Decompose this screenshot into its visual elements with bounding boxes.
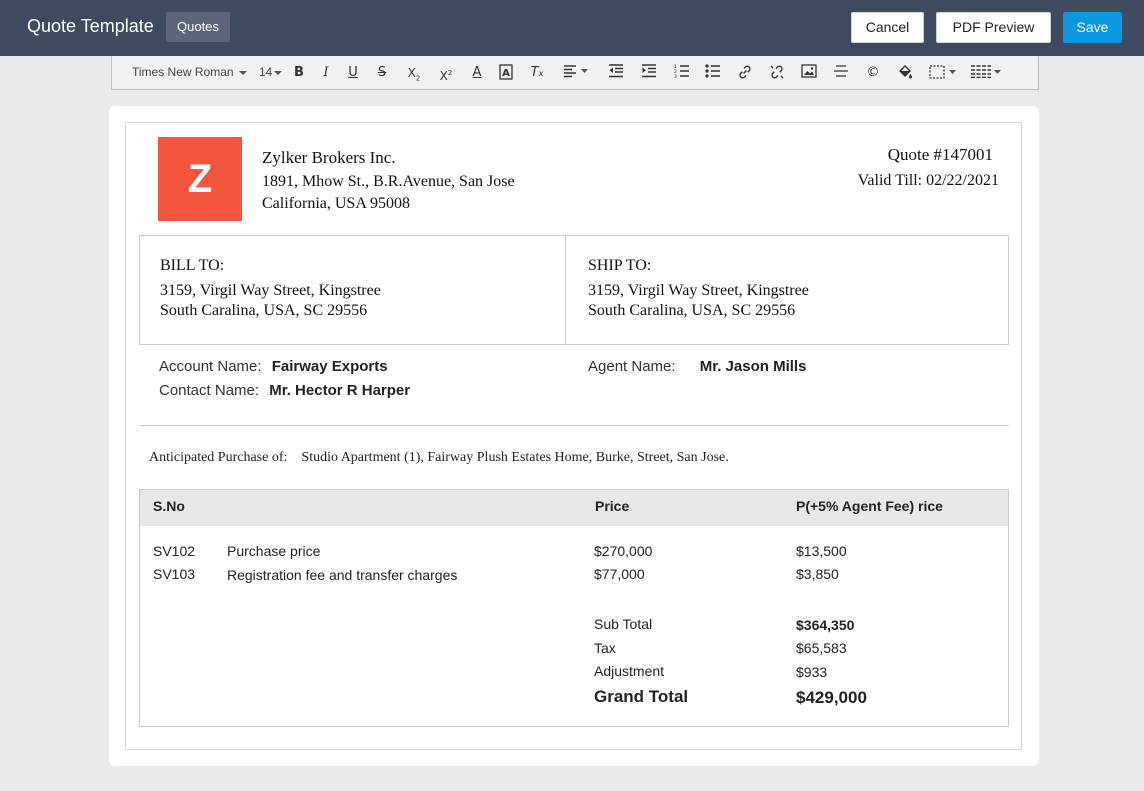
tax-label: Tax — [594, 640, 616, 656]
table-row-price: $270,000 — [594, 543, 653, 559]
module-tag-quotes[interactable]: Quotes — [166, 12, 230, 42]
pdf-preview-button[interactable]: PDF Preview — [936, 12, 1051, 43]
background-color-icon[interactable]: A — [497, 64, 515, 82]
agent-block: Agent Name: Mr. Jason Mills — [588, 355, 806, 379]
company-block: Zylker Brokers Inc. 1891, Mhow St., B.R.… — [262, 147, 515, 215]
link-icon[interactable] — [736, 64, 754, 82]
subtotal-label: Sub Total — [594, 616, 653, 632]
table-row-sno: SV103 — [153, 566, 196, 582]
superscript-icon[interactable]: X2 — [437, 64, 455, 83]
ship-to-line1: 3159, Virgil Way Street, Kingstree — [588, 282, 809, 299]
fill-color-icon[interactable] — [896, 64, 914, 82]
table-icon[interactable] — [969, 64, 1003, 82]
quote-info: Quote #147001 Valid Till: 02/22/2021 — [858, 142, 999, 194]
font-family-value: Times New Roman — [132, 65, 234, 79]
company-address-line2: California, USA 95008 — [262, 195, 410, 212]
valid-till: Valid Till: 02/22/2021 — [857, 172, 999, 189]
table-row-sno: SV102 — [153, 543, 196, 559]
chevron-down-icon — [238, 70, 247, 75]
anticipated-purchase: Anticipated Purchase of: Studio Apartment… — [149, 450, 729, 466]
header-bar: Quote Template Quotes Cancel PDF Preview… — [0, 0, 1144, 56]
font-size-value: 14 — [259, 65, 273, 79]
subtotal-value: $364,350 — [796, 617, 855, 633]
chevron-down-icon — [274, 70, 283, 75]
clear-format-icon[interactable]: Tx — [528, 64, 546, 82]
account-contact-block: Account Name: Fairway Exports Contact Na… — [159, 355, 410, 403]
table-header: S.No Price P(+5% Agent Fee) rice — [140, 490, 1008, 526]
tax-value: $65,583 — [796, 640, 847, 656]
column-header-price: Price — [595, 498, 630, 514]
bold-icon[interactable]: B — [290, 64, 308, 82]
account-name-value: Fairway Exports — [271, 358, 388, 375]
editor-toolbar: Times New Roman 14 B I U S X2 X2 A A Tx … — [111, 56, 1039, 90]
table-row-fee: $3,850 — [796, 566, 839, 582]
subscript-icon[interactable]: X2 — [405, 64, 423, 82]
grand-total-label: Grand Total — [594, 687, 689, 706]
anticipated-purchase-value: Studio Apartment (1), Fairway Plush Esta… — [301, 450, 729, 465]
border-icon[interactable] — [927, 64, 959, 82]
table-row-price: $77,000 — [594, 566, 645, 582]
line-items-table: S.No Price P(+5% Agent Fee) rice SV102 P… — [139, 489, 1009, 727]
section-divider — [139, 425, 1009, 426]
anticipated-purchase-label: Anticipated Purchase of: — [149, 450, 288, 465]
font-family-select[interactable]: Times New Roman — [132, 65, 247, 79]
align-icon[interactable] — [562, 64, 590, 82]
strikethrough-icon[interactable]: S — [373, 64, 391, 82]
bill-to-section: BILL TO: 3159, Virgil Way Street, Kingst… — [140, 236, 566, 344]
text-color-icon[interactable]: A — [468, 64, 486, 82]
italic-icon[interactable]: I — [317, 64, 335, 82]
numbered-list-icon[interactable]: 123 — [673, 64, 691, 82]
agent-name-value: Mr. Jason Mills — [699, 358, 807, 375]
font-size-select[interactable]: 14 — [259, 65, 283, 79]
table-row-description: Purchase price — [227, 543, 321, 559]
quote-document[interactable]: Z Zylker Brokers Inc. 1891, Mhow St., B.… — [125, 122, 1022, 750]
ship-to-label: SHIP TO: — [588, 257, 652, 274]
ship-to-line2: South Caralina, USA, SC 29556 — [588, 302, 796, 319]
save-button[interactable]: Save — [1063, 12, 1122, 43]
company-name: Zylker Brokers Inc. — [262, 148, 396, 167]
underline-icon[interactable]: U — [344, 64, 362, 82]
account-name-label: Account Name: — [159, 358, 262, 375]
company-address-line1: 1891, Mhow St., B.R.Avenue, San Jose — [262, 173, 515, 190]
svg-text:A: A — [502, 68, 510, 79]
agent-name-label: Agent Name: — [588, 358, 676, 375]
bill-to-line1: 3159, Virgil Way Street, Kingstree — [160, 282, 381, 299]
adjustment-label: Adjustment — [594, 663, 665, 679]
contact-name-value: Mr. Hector R Harper — [269, 382, 411, 399]
table-row-description: Registration fee and transfer charges — [227, 567, 458, 583]
adjustment-value: $933 — [796, 664, 828, 680]
indent-icon[interactable] — [640, 64, 658, 82]
grand-total-value: $429,000 — [796, 688, 867, 707]
copyright-icon[interactable]: © — [864, 64, 882, 82]
column-header-sno: S.No — [153, 498, 185, 514]
table-row-fee: $13,500 — [796, 543, 847, 559]
outdent-icon[interactable] — [607, 64, 625, 82]
bill-to-label: BILL TO: — [160, 257, 225, 274]
horizontal-rule-icon[interactable] — [832, 64, 850, 82]
page-title: Quote Template — [27, 16, 154, 36]
bill-to-line2: South Caralina, USA, SC 29556 — [160, 302, 368, 319]
ship-to-section: SHIP TO: 3159, Virgil Way Street, Kingst… — [566, 236, 1008, 344]
column-header-agent-fee: P(+5% Agent Fee) rice — [796, 498, 943, 514]
image-icon[interactable] — [800, 64, 818, 82]
unlink-icon[interactable] — [768, 64, 786, 82]
company-logo: Z — [158, 137, 242, 221]
document-card: Z Zylker Brokers Inc. 1891, Mhow St., B.… — [109, 106, 1039, 766]
address-block: BILL TO: 3159, Virgil Way Street, Kingst… — [139, 235, 1009, 345]
bullet-list-icon[interactable] — [704, 64, 722, 82]
quote-number: Quote #147001 — [887, 145, 993, 164]
cancel-button[interactable]: Cancel — [851, 12, 924, 43]
svg-text:3: 3 — [674, 74, 677, 78]
contact-name-label: Contact Name: — [159, 382, 260, 399]
